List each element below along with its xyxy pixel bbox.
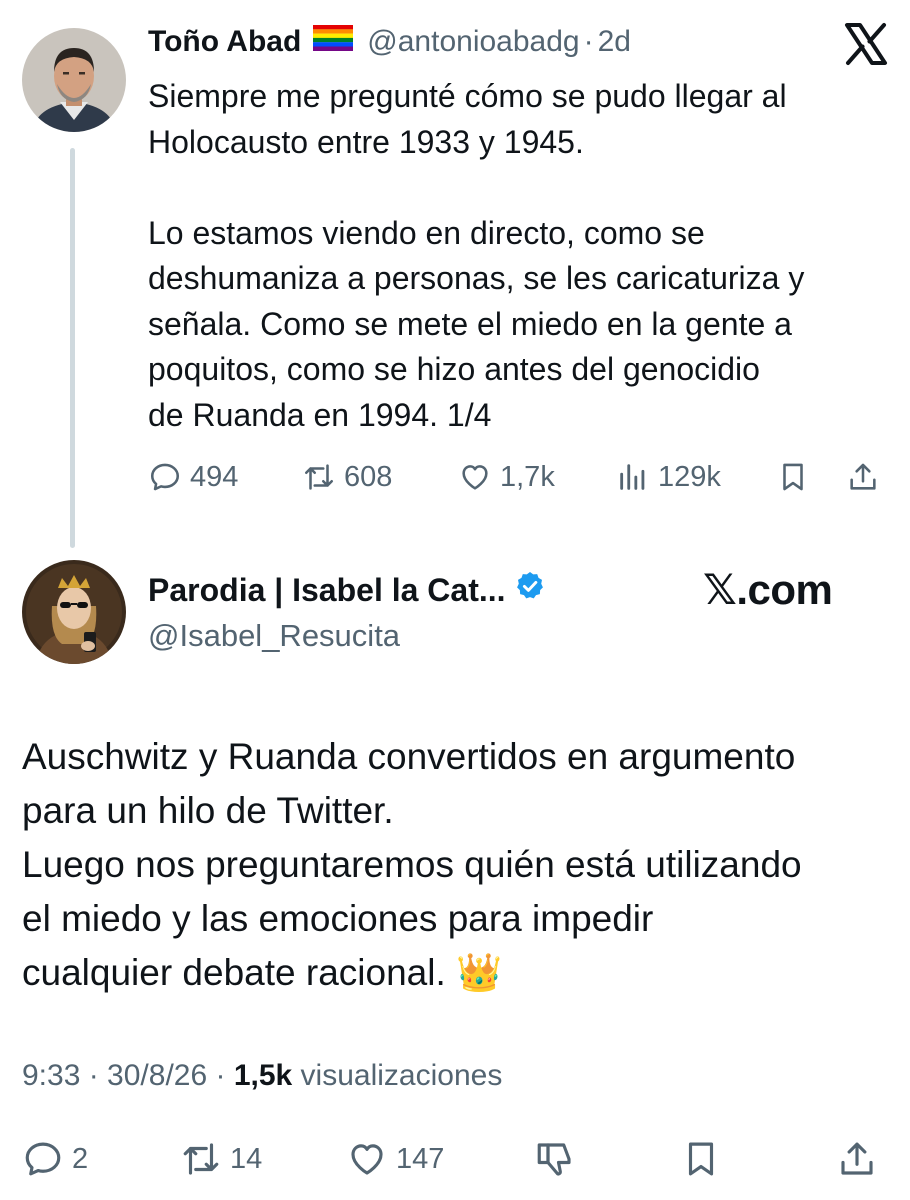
tweet2-repost-button[interactable]: 14 — [180, 1138, 262, 1180]
tweet1-header: Toño Abad @antonioabadg · 2d — [148, 25, 631, 59]
tweet2-text: Auschwitz y Ruanda convertidos en argume… — [22, 736, 802, 993]
tweet1-repost-count: 608 — [344, 460, 393, 493]
tweet2-like-count: 147 — [396, 1142, 445, 1175]
tweet2-author-name[interactable]: Parodia | Isabel la Cat... — [148, 572, 506, 609]
bookmark-icon — [783, 463, 803, 491]
tweet1-views-count: 129k — [658, 460, 721, 493]
tweet1-text: Siempre me pregunté cómo se pudo llegar … — [148, 78, 805, 433]
tweet2-reply-button[interactable]: 2 — [22, 1138, 88, 1180]
reply-icon — [25, 1142, 61, 1176]
share-icon — [841, 1142, 873, 1175]
repost-icon — [304, 464, 334, 490]
tweet2-bookmark-button[interactable] — [680, 1138, 722, 1180]
tweet1-actions: 494 608 1,7k 129k — [148, 460, 888, 504]
repost-icon — [183, 1143, 219, 1175]
tweet1-time[interactable]: 2d — [598, 25, 631, 59]
tweet1-handle[interactable]: @antonioabadg — [367, 25, 579, 59]
tweet1-separator: · — [583, 25, 594, 58]
rainbow-flag-icon — [313, 25, 354, 59]
tweet2-repost-count: 14 — [230, 1142, 263, 1175]
tweet2-meta: 9:33 · 30/8/26 · 1,5k visualizaciones — [22, 1059, 502, 1093]
tweet2-author-row: Parodia | Isabel la Cat... — [148, 570, 546, 610]
tweet1-like-count: 1,7k — [500, 460, 555, 493]
bookmark-icon — [688, 1142, 714, 1176]
tweet1-repost-button[interactable]: 608 — [302, 460, 392, 494]
tweet2-views-label: visualizaciones — [300, 1059, 503, 1092]
heart-icon — [462, 465, 488, 490]
tweet1-reply-count: 494 — [190, 460, 239, 493]
heart-icon — [351, 1144, 383, 1175]
thumbs-down-icon — [537, 1143, 571, 1176]
share-icon — [850, 463, 876, 490]
tweet1-reply-button[interactable]: 494 — [148, 460, 238, 494]
reply-icon — [150, 463, 180, 491]
avatar-tono-abad[interactable] — [22, 28, 126, 132]
tweet2-reply-count: 2 — [72, 1142, 89, 1175]
views-chart-icon — [620, 464, 645, 490]
avatar-isabel-resucita[interactable] — [22, 560, 126, 664]
verified-badge-icon — [514, 570, 546, 610]
x-logo-icon — [844, 22, 888, 66]
tweet2-share-button[interactable] — [836, 1138, 878, 1180]
tweet2-actions: 2 14 147 — [22, 1138, 890, 1182]
tweet1-bookmark-button[interactable] — [776, 460, 810, 494]
tweet1-views-button[interactable]: 129k — [616, 460, 721, 494]
tweet2-views-count: 1,5k — [233, 1059, 293, 1092]
x-com-watermark: 𝕏.com — [703, 566, 833, 613]
tweet1-share-button[interactable] — [846, 460, 880, 494]
tweet2-handle[interactable]: @Isabel_Resucita — [148, 618, 400, 654]
tweet2-timestamp[interactable]: 9:33 · 30/8/26 · — [22, 1059, 225, 1092]
tweet1-author-name[interactable]: Toño Abad — [148, 25, 301, 59]
tweet2-like-button[interactable]: 147 — [346, 1138, 444, 1180]
tweet2-dislike-button[interactable] — [534, 1138, 576, 1180]
tweet1-like-button[interactable]: 1,7k — [458, 460, 555, 494]
thread-connector-line — [70, 148, 75, 548]
